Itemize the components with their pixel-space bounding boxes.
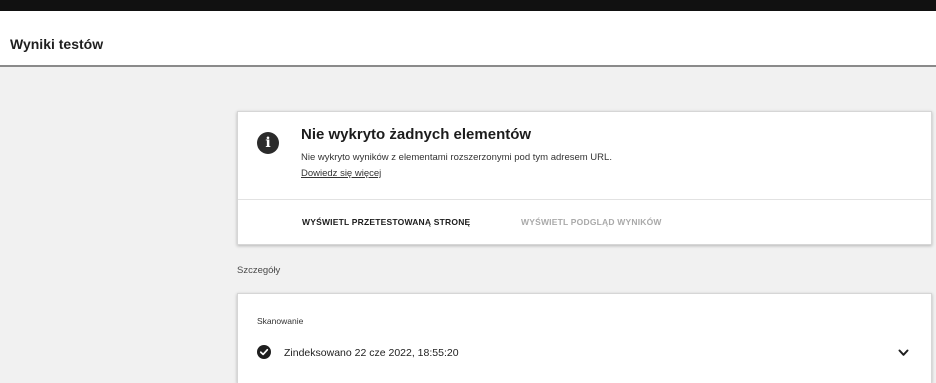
- page-header: Wyniki testów: [0, 11, 936, 67]
- result-title: Nie wykryto żadnych elementów: [301, 126, 532, 143]
- view-tested-page-button[interactable]: WYŚWIETL PRZETESTOWANĄ STRONĘ: [302, 217, 470, 227]
- view-results-preview-button[interactable]: WYŚWIETL PODGLĄD WYNIKÓW: [521, 217, 662, 227]
- scan-label: Skanowanie: [257, 316, 304, 326]
- result-description: Nie wykryto wyników z elementami rozszer…: [301, 152, 612, 163]
- page-title: Wyniki testów: [10, 36, 104, 52]
- chevron-down-icon[interactable]: [898, 349, 909, 357]
- info-icon: i: [257, 132, 279, 154]
- scan-card: Skanowanie Zindeksowano 22 cze 2022, 18:…: [237, 293, 932, 383]
- scan-status: Zindeksowano 22 cze 2022, 18:55:20: [284, 347, 459, 359]
- top-bar: [0, 0, 936, 11]
- check-circle-icon: [257, 345, 271, 359]
- details-heading: Szczegóły: [237, 265, 281, 276]
- card-divider: [238, 199, 931, 200]
- result-card: i Nie wykryto żadnych elementów Nie wykr…: [237, 111, 932, 245]
- learn-more-link[interactable]: Dowiedz się więcej: [301, 168, 381, 179]
